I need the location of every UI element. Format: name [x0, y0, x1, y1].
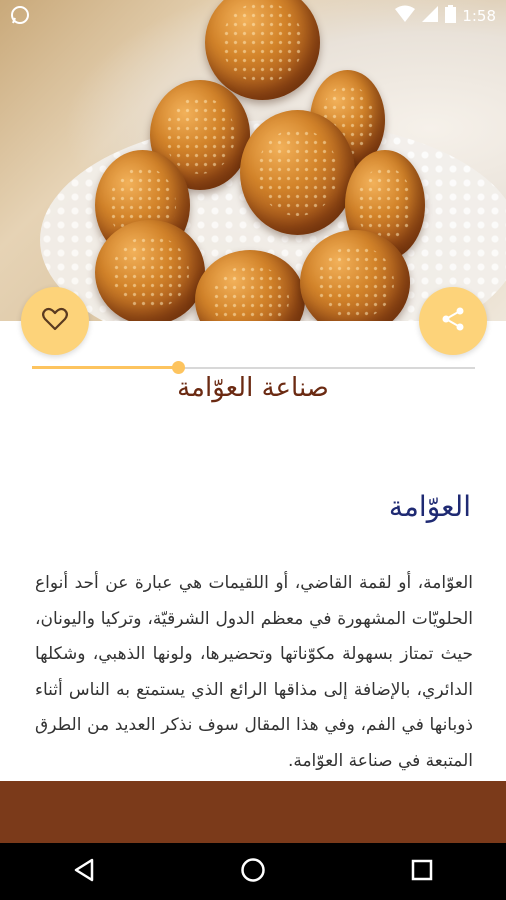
heart-icon: [42, 307, 68, 335]
luqaimat-ball: [95, 220, 205, 321]
like-button[interactable]: [21, 287, 89, 355]
clock: 1:58: [462, 7, 496, 25]
home-button[interactable]: [223, 843, 283, 900]
signal-icon: [421, 5, 439, 27]
back-triangle-icon: [73, 858, 95, 886]
bottom-banner: [0, 781, 506, 843]
reading-progress-fill: [32, 366, 178, 369]
system-navigation-bar: [0, 843, 506, 900]
page-title: صناعة العوّامة: [177, 373, 329, 403]
whatsapp-icon: [10, 5, 30, 29]
back-button[interactable]: [54, 843, 114, 900]
share-icon: [440, 306, 466, 336]
recents-button[interactable]: [392, 843, 452, 900]
status-bar: 1:58: [0, 0, 506, 30]
battery-icon: [445, 5, 457, 27]
share-button[interactable]: [419, 287, 487, 355]
wifi-icon: [395, 5, 416, 27]
article-body: العوّامة، أو لقمة القاضي، أو اللقيمات هي…: [35, 573, 473, 771]
recents-square-icon: [411, 859, 433, 885]
luqaimat-ball: [240, 110, 355, 235]
hero-image: [0, 0, 506, 321]
home-circle-icon: [240, 857, 266, 887]
section-heading: العوّامة: [388, 490, 471, 523]
